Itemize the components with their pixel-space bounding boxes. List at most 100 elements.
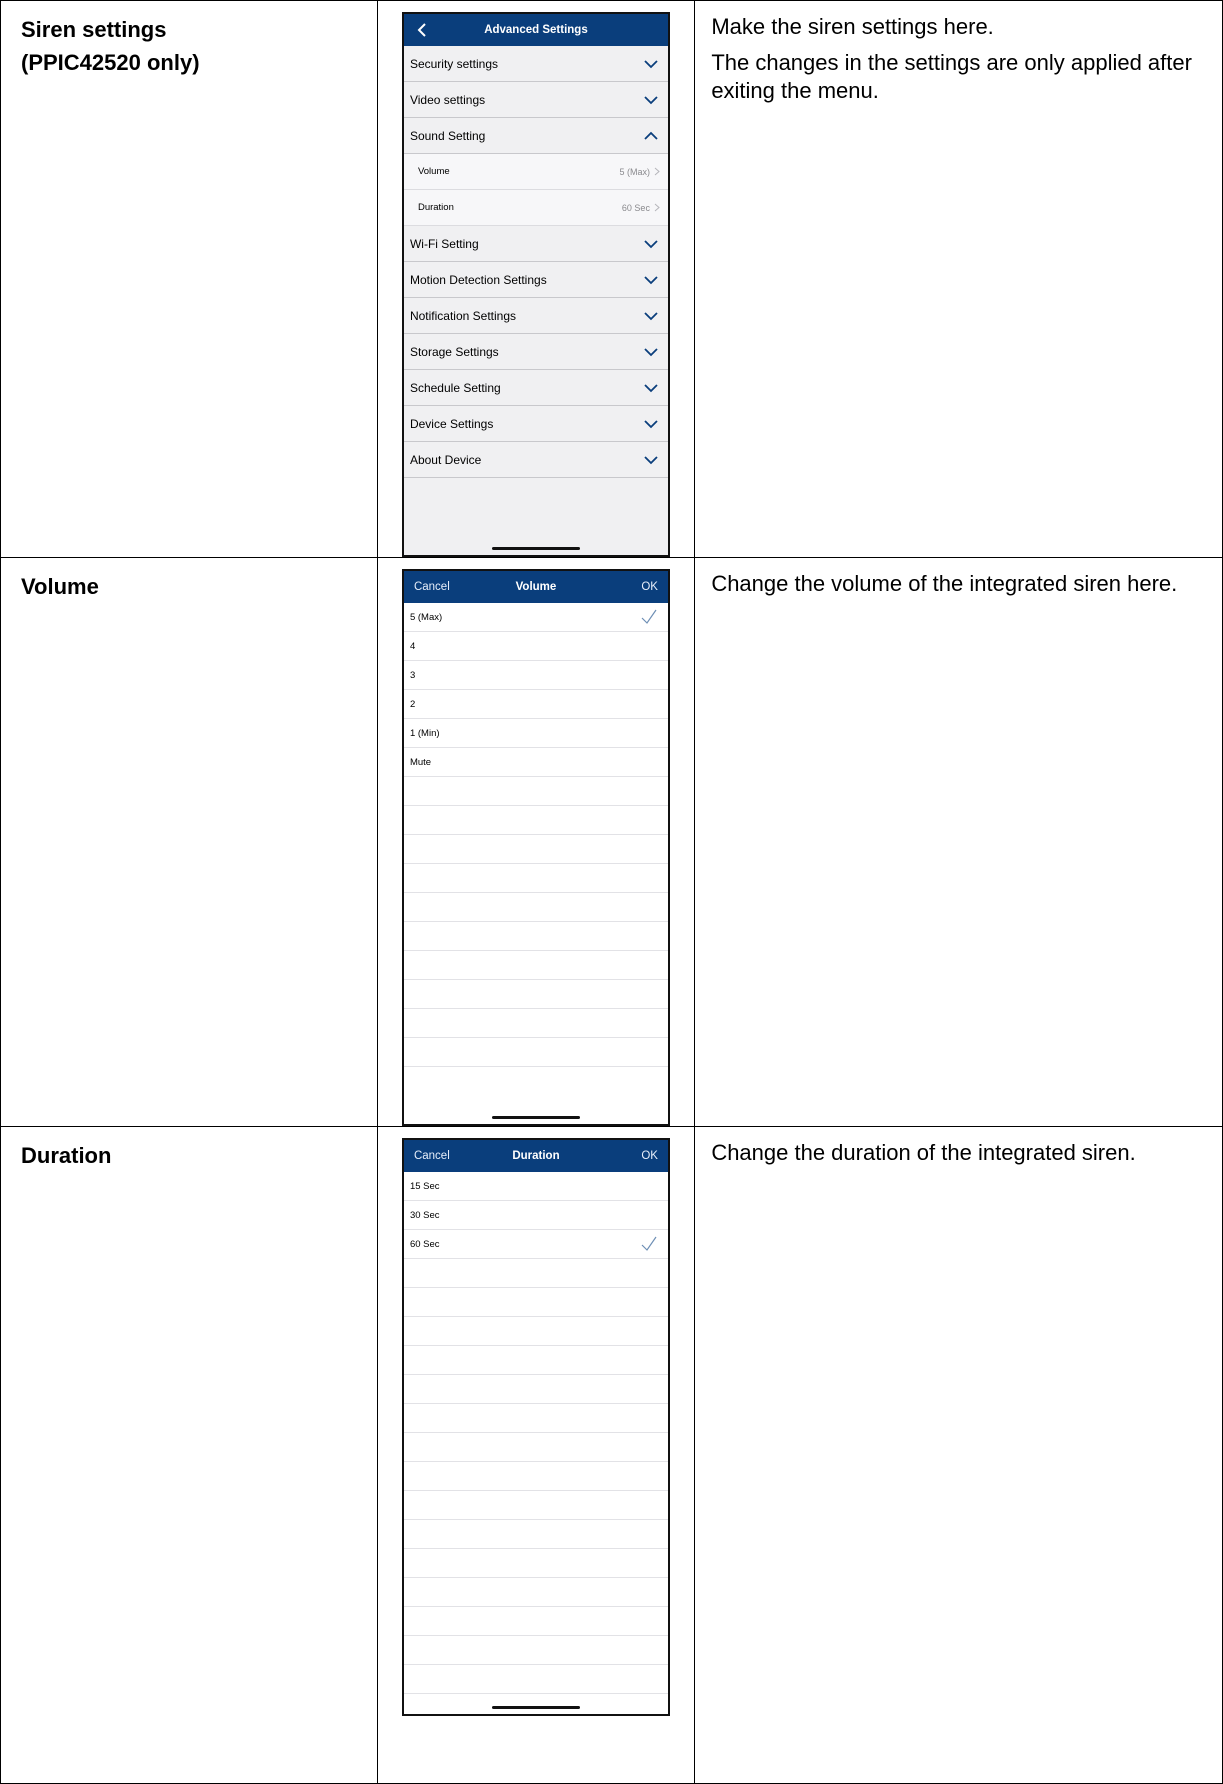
empty-row [403, 893, 668, 922]
section-label: Storage Settings [409, 344, 499, 359]
chevron-down-icon [644, 239, 658, 248]
chevron-down-icon [644, 383, 658, 392]
settings-section-motion-detection-settings[interactable]: Motion Detection Settings [403, 262, 668, 298]
section-label: Device Settings [409, 416, 494, 431]
screenshot-cell: Cancel Duration OK 15 Sec 30 Sec 60 Sec [376, 1126, 696, 1784]
chevron-right-icon [654, 203, 660, 212]
option-row[interactable]: Mute [403, 748, 668, 777]
option-label: 2 [409, 698, 416, 710]
empty-row [403, 951, 668, 980]
section-label: Schedule Setting [409, 380, 501, 395]
settings-section-wi-fi-setting[interactable]: Wi-Fi Setting [403, 226, 668, 262]
settings-section-security-settings[interactable]: Security settings [403, 46, 668, 82]
option-row[interactable]: 30 Sec [403, 1201, 668, 1230]
option-label: 15 Sec [409, 1180, 440, 1192]
ok-button[interactable]: OK [641, 581, 658, 593]
section-label: Security settings [409, 56, 498, 71]
cancel-button[interactable]: Cancel [414, 581, 450, 593]
description-cell: Change the duration of the integrated si… [694, 1126, 1223, 1784]
empty-row [403, 1009, 668, 1038]
screen-title: Advanced Settings [484, 24, 588, 36]
chevron-container [642, 235, 660, 253]
row-title-line: Siren settings [21, 17, 167, 42]
option-label: Mute [409, 756, 432, 768]
description-cell: Make the siren settings here. The change… [694, 0, 1223, 558]
empty-row [403, 1259, 668, 1288]
option-row[interactable]: 60 Sec [403, 1230, 668, 1259]
subitem-label: Volume [417, 166, 450, 177]
cancel-button[interactable]: Cancel [414, 1150, 450, 1162]
chevron-down-icon [644, 455, 658, 464]
sound-subitem-volume[interactable]: Volume 5 (Max) [403, 154, 668, 190]
subitem-value-group: 60 Sec [622, 203, 660, 213]
selected-indicator [638, 606, 660, 628]
empty-row [403, 1462, 668, 1491]
chevron-container [642, 271, 660, 289]
phone-screen-duration: Cancel Duration OK 15 Sec 30 Sec 60 Sec [401, 1138, 670, 1716]
empty-row [403, 1038, 668, 1067]
row-siren-settings: Siren settings (PPIC42520 only) Advanced… [0, 0, 1223, 558]
chevron-container [642, 343, 660, 361]
section-label: Wi-Fi Setting [409, 236, 479, 251]
settings-section-about-device[interactable]: About Device [403, 442, 668, 478]
description-cell: Change the volume of the integrated sire… [694, 557, 1223, 1127]
screenshot-cell: Advanced Settings Security settings Video… [376, 0, 696, 558]
empty-row [403, 1288, 668, 1317]
row-title-cell: Duration [0, 1126, 378, 1784]
volume-option-list: 5 (Max) 4 3 2 1 (Min) Mute [403, 603, 668, 1067]
chevron-left-icon [417, 23, 426, 37]
option-row[interactable]: 15 Sec [403, 1172, 668, 1201]
description-text: Make the siren settings here. [711, 14, 994, 39]
phone-screen-advanced-settings: Advanced Settings Security settings Video… [401, 12, 670, 557]
description-siren: Make the siren settings here. The change… [695, 1, 1222, 105]
option-label: 3 [409, 669, 416, 681]
chevron-down-icon [644, 275, 658, 284]
row-volume: Volume Cancel Volume OK 5 (Max) 4 3 2 1 (Min… [0, 557, 1223, 1127]
empty-row [403, 777, 668, 806]
settings-section-schedule-setting[interactable]: Schedule Setting [403, 370, 668, 406]
description-duration: Change the duration of the integrated si… [695, 1127, 1222, 1167]
empty-row [403, 864, 668, 893]
checkmark-icon [641, 1236, 657, 1251]
screenshot-cell: Cancel Volume OK 5 (Max) 4 3 2 1 (Min) Mute [376, 557, 696, 1127]
description-text: The changes in the settings are only app… [711, 50, 1192, 103]
settings-section-storage-settings[interactable]: Storage Settings [403, 334, 668, 370]
navbar: Cancel Volume OK [403, 571, 668, 603]
duration-option-list: 15 Sec 30 Sec 60 Sec [403, 1172, 668, 1694]
chevron-down-icon [644, 419, 658, 428]
empty-row [403, 1607, 668, 1636]
chevron-container [642, 451, 660, 469]
empty-row [403, 1665, 668, 1694]
option-row[interactable]: 2 [403, 690, 668, 719]
row-title-line: (PPIC42520 only) [21, 50, 200, 75]
settings-section-notification-settings[interactable]: Notification Settings [403, 298, 668, 334]
empty-row [403, 1549, 668, 1578]
chevron-right-icon [654, 167, 660, 176]
option-row[interactable]: 1 (Min) [403, 719, 668, 748]
option-label: 5 (Max) [409, 611, 443, 623]
back-button[interactable] [412, 20, 432, 40]
option-row[interactable]: 3 [403, 661, 668, 690]
empty-row [403, 1346, 668, 1375]
ok-button[interactable]: OK [641, 1150, 658, 1162]
empty-row [403, 922, 668, 951]
sound-subitem-duration[interactable]: Duration 60 Sec [403, 190, 668, 226]
option-row[interactable]: 5 (Max) [403, 603, 668, 632]
home-indicator [491, 1116, 580, 1119]
settings-section-sound-setting[interactable]: Sound Setting [403, 118, 668, 154]
settings-section-video-settings[interactable]: Video settings [403, 82, 668, 118]
chevron-container [642, 415, 660, 433]
row-title-volume: Volume [1, 558, 377, 603]
empty-row [403, 1404, 668, 1433]
subitem-value: 5 (Max) [619, 166, 650, 177]
row-title-line: Volume [21, 574, 99, 599]
chevron-up-icon [644, 131, 658, 140]
empty-row [403, 980, 668, 1009]
settings-section-device-settings[interactable]: Device Settings [403, 406, 668, 442]
chevron-container [642, 55, 660, 73]
empty-row [403, 1636, 668, 1665]
description-text: Change the volume of the integrated sire… [711, 571, 1178, 596]
selected-indicator [638, 1233, 660, 1255]
row-title-duration: Duration [1, 1127, 377, 1172]
option-row[interactable]: 4 [403, 632, 668, 661]
